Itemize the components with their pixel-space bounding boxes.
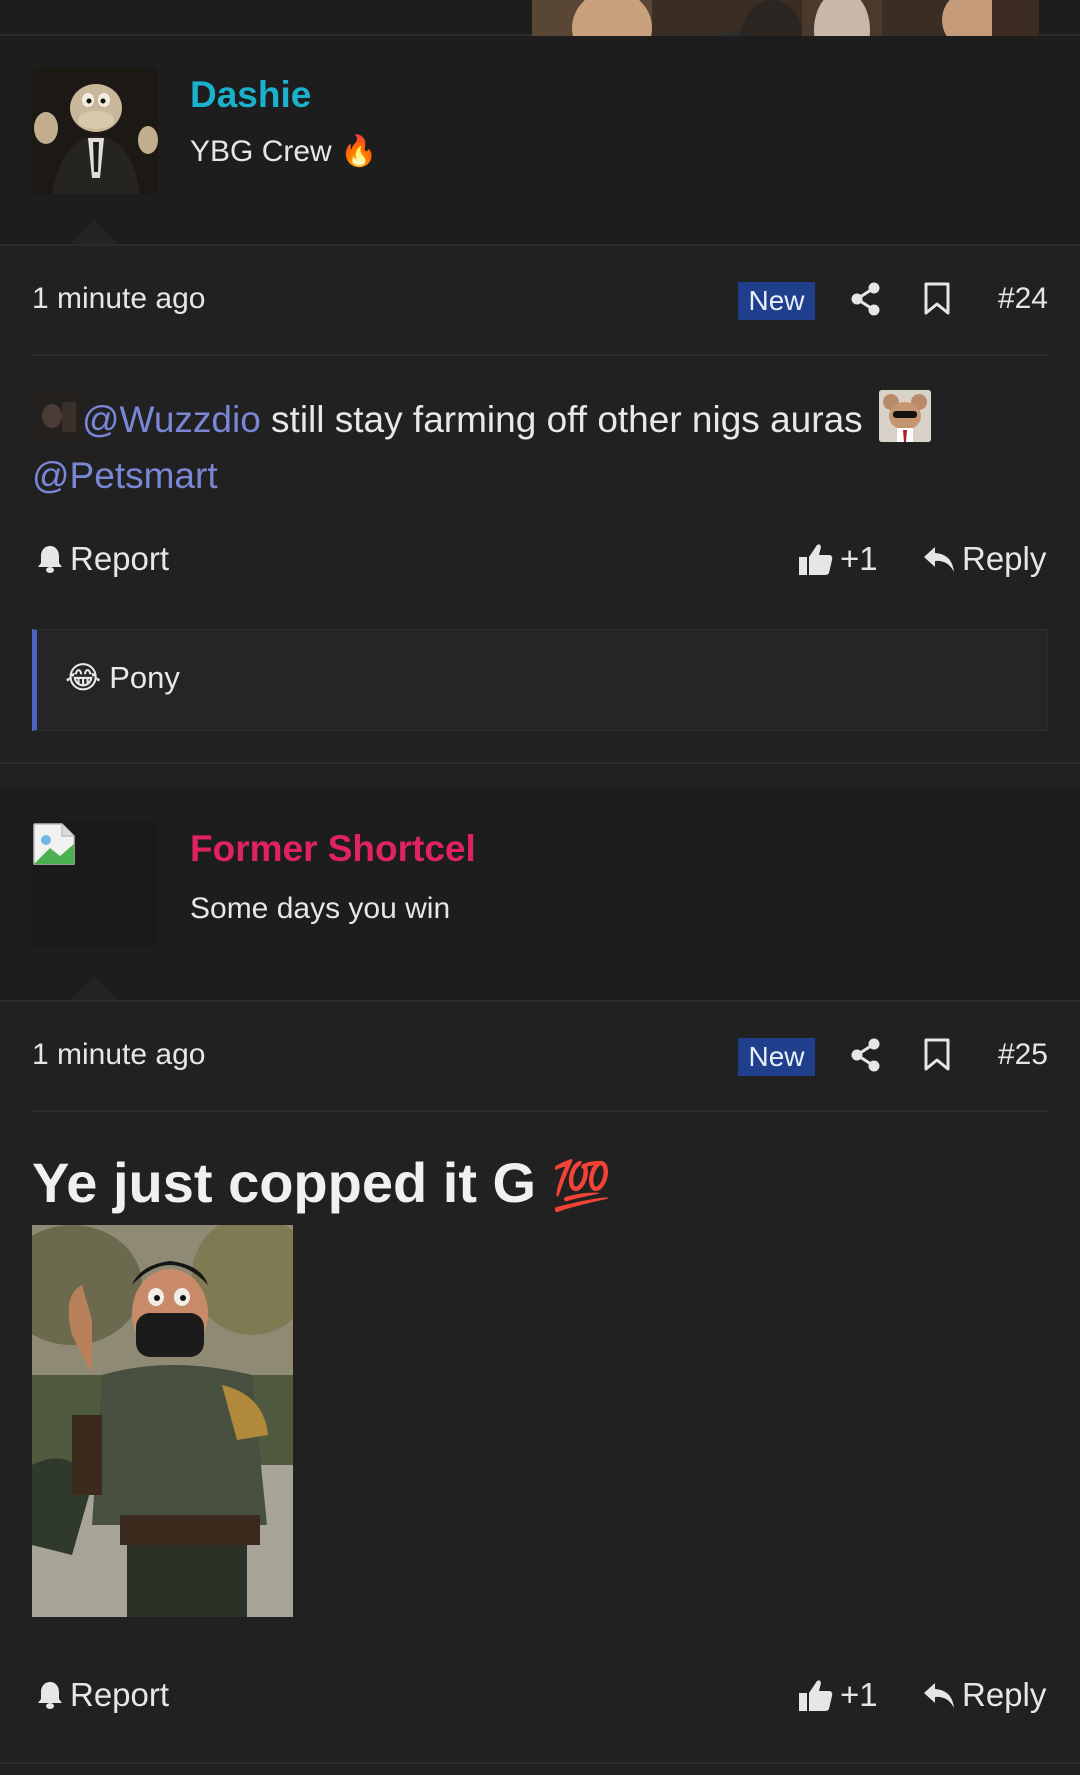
reaction-user[interactable]: Pony bbox=[109, 660, 180, 696]
post-heading: Ye just copped it G 💯 bbox=[32, 1150, 611, 1215]
reaction-summary: 😂 Pony bbox=[65, 660, 180, 696]
user-title-text: YBG Crew bbox=[190, 135, 332, 168]
post-separator bbox=[0, 762, 1080, 764]
post-time[interactable]: 1 minute ago bbox=[32, 1038, 205, 1072]
bell-icon bbox=[38, 546, 62, 573]
mention-link[interactable]: @Petsmart bbox=[32, 455, 218, 496]
reply-button[interactable]: Reply bbox=[922, 540, 1046, 578]
hundred-emoji-icon: 💯 bbox=[551, 1160, 612, 1213]
bookmark-icon[interactable] bbox=[923, 282, 951, 316]
thumbs-up-icon bbox=[799, 544, 833, 575]
username-dashie[interactable]: Dashie bbox=[190, 74, 311, 116]
laughing-emoji-icon: 😂 bbox=[65, 660, 102, 695]
reply-label: Reply bbox=[962, 540, 1047, 577]
post-text: still stay farming off other nigs auras bbox=[260, 399, 873, 440]
share-icon[interactable] bbox=[850, 282, 882, 316]
thumbs-up-icon bbox=[799, 1680, 833, 1711]
reply-label: Reply bbox=[962, 1676, 1047, 1713]
report-button[interactable]: Report bbox=[36, 1676, 169, 1714]
fire-emoji-icon: 🔥 bbox=[340, 135, 378, 168]
divider bbox=[32, 1110, 1048, 1112]
divider bbox=[0, 1000, 1080, 1002]
post-heading-text: Ye just copped it G bbox=[32, 1151, 537, 1214]
avatar-dashie[interactable] bbox=[32, 68, 158, 194]
share-icon[interactable] bbox=[850, 1038, 882, 1072]
report-label: Report bbox=[70, 1676, 170, 1713]
post-image[interactable] bbox=[32, 1225, 293, 1617]
like-count: +1 bbox=[840, 540, 878, 577]
post-25-author-band bbox=[0, 790, 1080, 1002]
post-time[interactable]: 1 minute ago bbox=[32, 282, 205, 316]
avatar-former-shortcel[interactable] bbox=[32, 822, 158, 948]
mention-avatar-icon bbox=[32, 392, 82, 442]
mention-link[interactable]: @Wuzzdio bbox=[82, 399, 261, 440]
author-pointer-arrow bbox=[68, 976, 120, 1002]
broken-image-icon bbox=[33, 823, 75, 865]
report-label: Report bbox=[70, 540, 170, 577]
reply-button[interactable]: Reply bbox=[922, 1676, 1046, 1714]
bell-icon bbox=[38, 1682, 62, 1709]
report-button[interactable]: Report bbox=[36, 540, 169, 578]
divider bbox=[32, 354, 1048, 356]
post-number[interactable]: #25 bbox=[998, 1038, 1048, 1072]
author-pointer-arrow bbox=[68, 220, 120, 246]
post-number[interactable]: #24 bbox=[998, 282, 1048, 316]
reactions-bar[interactable]: 😂 Pony bbox=[32, 629, 1048, 731]
post-body: @Wuzzdio still stay farming off other ni… bbox=[32, 390, 1048, 504]
user-title-dashie: YBG Crew 🔥 bbox=[190, 134, 377, 169]
user-title-former-shortcel: Some days you win bbox=[190, 892, 451, 925]
mention-avatar-icon bbox=[878, 390, 931, 442]
reply-arrow-icon bbox=[924, 1683, 954, 1708]
post-24-author-band bbox=[0, 36, 1080, 246]
divider bbox=[0, 244, 1080, 246]
post-separator bbox=[0, 1762, 1080, 1764]
new-badge: New bbox=[738, 1038, 815, 1076]
like-button[interactable]: +1 bbox=[798, 1676, 878, 1714]
like-count: +1 bbox=[840, 1676, 878, 1713]
username-former-shortcel[interactable]: Former Shortcel bbox=[190, 828, 476, 870]
bookmark-icon[interactable] bbox=[923, 1038, 951, 1072]
reply-arrow-icon bbox=[924, 547, 954, 572]
like-button[interactable]: +1 bbox=[798, 540, 878, 578]
new-badge: New bbox=[738, 282, 815, 320]
